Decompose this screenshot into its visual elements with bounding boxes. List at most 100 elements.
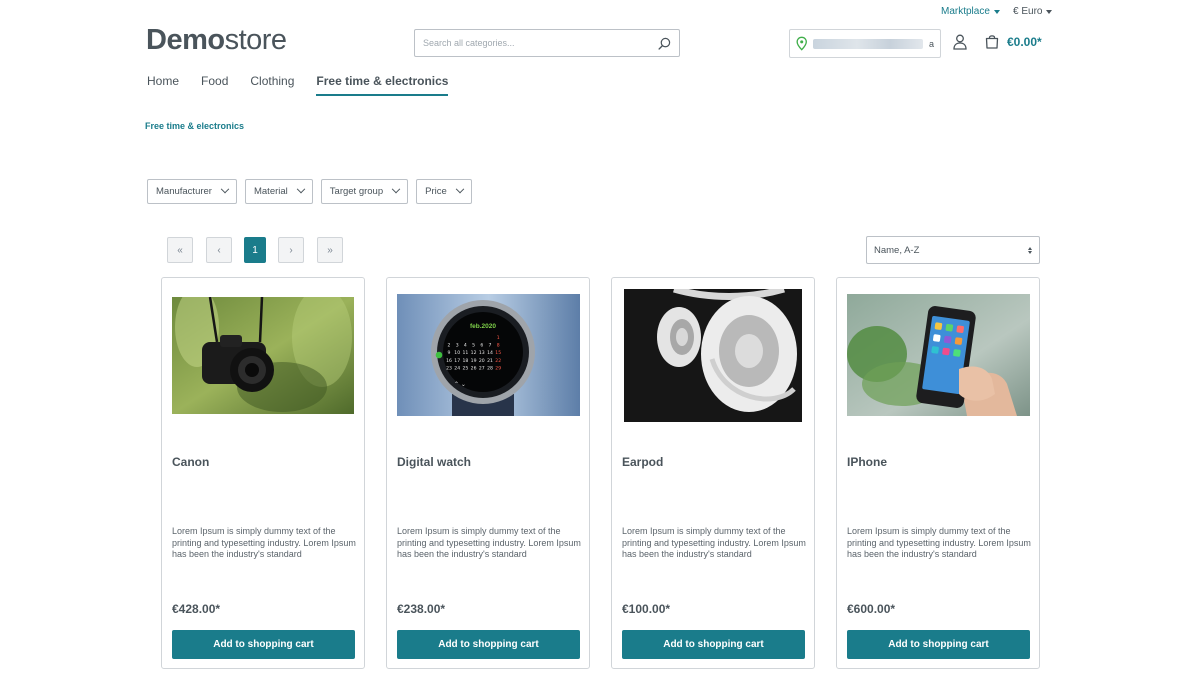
product-description: Lorem Ipsum is simply dummy text of the … (397, 526, 581, 559)
watch-day: 21 (487, 358, 493, 364)
product-image-earpod[interactable] (624, 289, 802, 422)
watch-day: 22 (495, 358, 501, 364)
watch-day: 14 (487, 350, 493, 356)
store-logo[interactable]: Demostore (146, 24, 287, 57)
filter-target-group[interactable]: Target group (320, 179, 409, 204)
svg-text:⌃ ⌄: ⌃ ⌄ (454, 381, 466, 388)
nav-item-free-time-electronics[interactable]: Free time & electronics (316, 74, 449, 96)
watch-day: 27 (479, 365, 485, 371)
chevron-down-icon (391, 184, 401, 193)
watch-day: 10 (454, 350, 460, 356)
product-description: Lorem Ipsum is simply dummy text of the … (172, 526, 356, 559)
product-name[interactable]: Digital watch (397, 455, 471, 469)
watch-day: 23 (446, 365, 452, 371)
product-card-digital-watch[interactable]: feb.2020 1 2 3 4 5 6 7 8 9 10 11 12 13 14 15 16 17 18 19 20… (386, 277, 590, 669)
pagination-next-button[interactable]: › (278, 237, 304, 263)
watch-day: 8 (497, 343, 500, 349)
watch-day: 25 (462, 365, 468, 371)
nav-item-home[interactable]: Home (147, 74, 179, 96)
product-image-digital-watch[interactable]: feb.2020 1 2 3 4 5 6 7 8 9 10 11 12 13 14 15 16 17 18 19 20… (397, 294, 580, 416)
watch-day: 3 (456, 343, 459, 349)
chevron-down-icon (220, 184, 230, 193)
product-name[interactable]: IPhone (847, 455, 887, 469)
search-icon[interactable] (658, 37, 671, 50)
filter-material[interactable]: Material (244, 179, 313, 204)
watch-day: 26 (471, 365, 477, 371)
product-card-canon[interactable]: Canon Lorem Ipsum is simply dummy text o… (161, 277, 365, 669)
product-price: €600.00* (847, 602, 896, 616)
blurred-address (813, 38, 923, 49)
add-to-cart-button[interactable]: Add to shopping cart (172, 630, 355, 659)
language-selector[interactable]: Marktplace (941, 6, 1000, 17)
product-description: Lorem Ipsum is simply dummy text of the … (847, 526, 1031, 559)
watch-day: 1 (497, 335, 500, 341)
nav-item-food[interactable]: Food (201, 74, 228, 96)
product-price: €428.00* (172, 602, 221, 616)
watch-day: 20 (479, 358, 485, 364)
chevron-down-icon (455, 184, 465, 193)
user-icon[interactable] (953, 34, 967, 50)
watch-day: 4 (464, 343, 467, 349)
headphones-image (624, 289, 802, 422)
watch-day: 16 (446, 358, 452, 364)
cart-total[interactable]: €0.00* (1007, 35, 1042, 49)
watch-day: 9 (448, 350, 451, 356)
product-name[interactable]: Canon (172, 455, 209, 469)
map-pin-icon (796, 36, 807, 51)
filter-price[interactable]: Price (416, 179, 472, 204)
currency-selector[interactable]: € Euro (1013, 6, 1053, 17)
delivery-location[interactable]: a (789, 29, 941, 58)
filter-label: Price (425, 186, 447, 197)
sort-arrows-icon (1028, 246, 1032, 254)
watch-day: 19 (471, 358, 477, 364)
product-price: €238.00* (397, 602, 446, 616)
product-card-earpod[interactable]: Earpod Lorem Ipsum is simply dummy text … (611, 277, 815, 669)
filter-bar: Manufacturer Material Target group Price (147, 179, 472, 204)
pagination-prev-button[interactable]: ‹ (206, 237, 232, 263)
sort-select[interactable]: Name, A-Z (866, 236, 1040, 264)
watch-day: 13 (479, 350, 485, 356)
search-input[interactable] (423, 38, 658, 48)
nav-item-clothing[interactable]: Clothing (250, 74, 294, 96)
breadcrumb[interactable]: Free time & electronics (145, 121, 244, 131)
filter-label: Manufacturer (156, 186, 212, 197)
product-card-iphone[interactable]: IPhone Lorem Ipsum is simply dummy text … (836, 277, 1040, 669)
add-to-cart-button[interactable]: Add to shopping cart (397, 630, 580, 659)
main-navigation: Home Food Clothing Free time & electroni… (147, 74, 449, 96)
address-suffix: a (928, 38, 934, 49)
watch-day: 24 (454, 365, 460, 371)
product-name[interactable]: Earpod (622, 455, 663, 469)
watch-day: 29 (495, 365, 501, 371)
product-price: €100.00* (622, 602, 671, 616)
filter-label: Material (253, 186, 288, 197)
product-description: Lorem Ipsum is simply dummy text of the … (622, 526, 806, 559)
add-to-cart-button[interactable]: Add to shopping cart (622, 630, 805, 659)
watch-day: 11 (462, 350, 468, 356)
watch-day: 28 (487, 365, 493, 371)
product-image-iphone[interactable] (847, 294, 1030, 416)
filter-manufacturer[interactable]: Manufacturer (147, 179, 237, 204)
watch-date: feb.2020 (470, 323, 496, 330)
watch-image: feb.2020 12 3 4 5 6 7 89 10 11 12 13 14 1516 17 18 19 20… (397, 294, 580, 416)
watch-day: 18 (462, 358, 468, 364)
shopping-bag-icon[interactable] (985, 34, 999, 49)
caret-down-icon (993, 9, 1000, 14)
watch-day: 2 (448, 343, 451, 349)
logo-light: store (224, 24, 287, 56)
sort-selected-label: Name, A-Z (874, 244, 920, 256)
pagination-page-1[interactable]: 1 (244, 237, 266, 263)
pagination-last-button[interactable]: » (317, 237, 343, 263)
watch-day: 5 (472, 343, 475, 349)
caret-down-icon (1046, 9, 1053, 14)
filter-label: Target group (329, 186, 384, 197)
watch-day: 12 (471, 350, 477, 356)
search-box (414, 29, 680, 57)
product-image-canon[interactable] (172, 297, 354, 414)
pagination-first-button[interactable]: « (167, 237, 193, 263)
watch-day: 17 (454, 358, 460, 364)
watch-day: 6 (480, 343, 483, 349)
add-to-cart-button[interactable]: Add to shopping cart (847, 630, 1030, 659)
currency-label: € Euro (1013, 6, 1043, 17)
watch-day: 7 (489, 343, 492, 349)
logo-bold: Demo (146, 24, 225, 56)
